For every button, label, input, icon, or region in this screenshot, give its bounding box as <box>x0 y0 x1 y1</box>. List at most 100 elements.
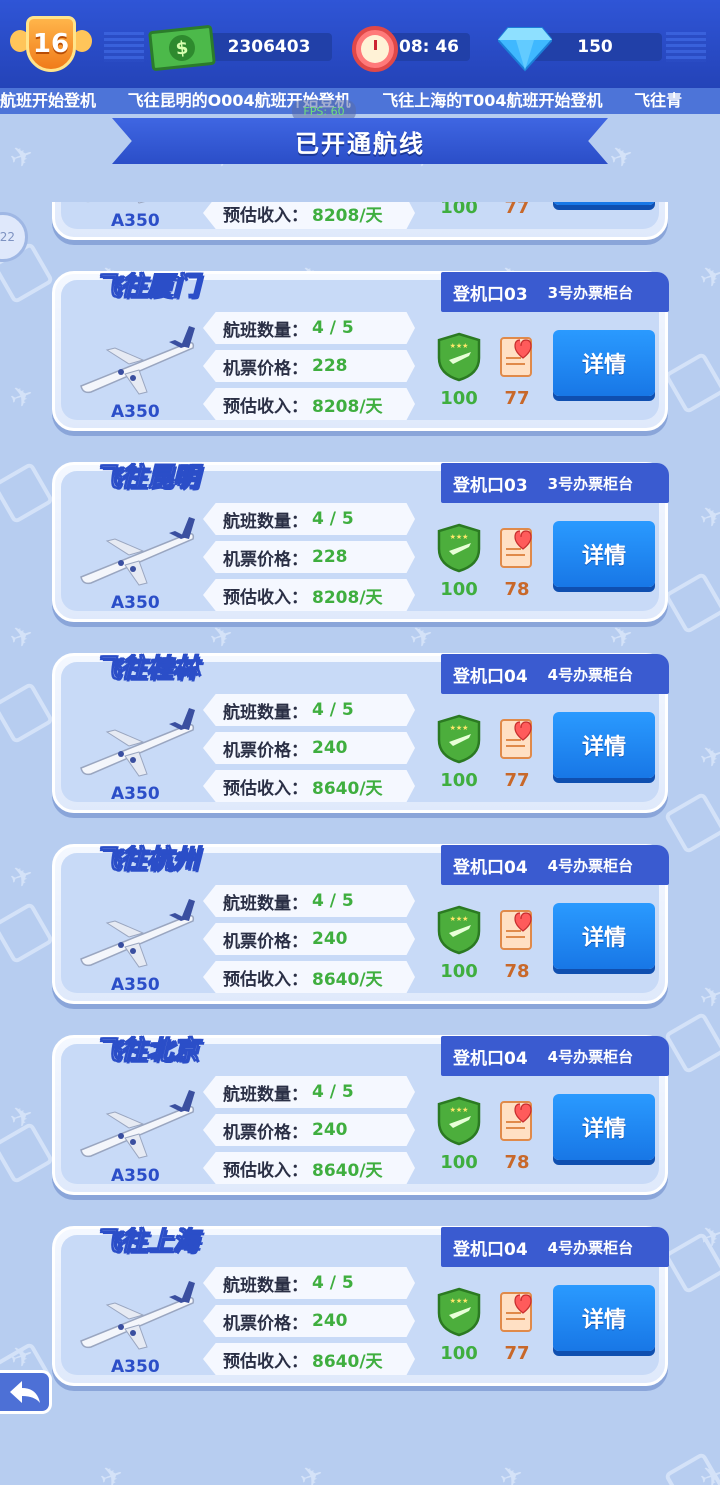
gate-tag: 登机口04 4号办票柜台 <box>441 654 669 694</box>
income-label: 预估收入： <box>223 778 308 799</box>
safety-shield-icon: ★★★ <box>437 523 481 573</box>
gate-tag: 登机口03 3号办票柜台 <box>441 272 669 312</box>
price-row: 机票价格： 228 <box>203 350 415 382</box>
flights-label: 航班数量： <box>223 893 308 914</box>
gate-tag: 登机口04 4号办票柜台 <box>441 1227 669 1267</box>
route-list[interactable]: A350航班数量：机票价格：228预估收入：8208/天★★★10077详情飞往… <box>0 202 720 1485</box>
satisfaction-value: 78 <box>504 1152 530 1173</box>
page-title: 已开通航线 <box>112 118 608 164</box>
back-button[interactable] <box>0 1370 52 1414</box>
ticker-message: 航班开始登机 <box>0 91 97 110</box>
satisfaction-heart-icon <box>497 525 537 569</box>
airplane-icon <box>77 702 197 782</box>
route-card[interactable]: 飞往杭州 登机口04 4号办票柜台 A350 航班数量： 4 / 5 机票价格： 240 预估收… <box>52 844 669 1004</box>
safety-value: 100 <box>440 770 478 791</box>
income-row: 预估收入： 8208/天 <box>203 202 415 229</box>
level-badge[interactable]: 16 <box>10 16 92 76</box>
satisfaction-heart-icon <box>497 1289 537 1333</box>
detail-button[interactable]: 详情 <box>553 1094 655 1160</box>
satisfaction-value: 77 <box>504 770 530 791</box>
airplane-icon <box>77 1275 197 1355</box>
detail-button[interactable]: 详情 <box>553 1285 655 1351</box>
cash-display: 2306403 <box>206 33 332 61</box>
news-ticker: 航班开始登机 飞往昆明的O004航班开始登机 飞往上海的T004航班开始登机 飞… <box>0 88 720 114</box>
route-card[interactable]: 飞往上海 登机口04 4号办票柜台 A350 航班数量： 4 / 5 机票价格： 240 预估收… <box>52 1226 669 1386</box>
income-value: 8640/天 <box>312 1351 383 1372</box>
top-bar: 16 2306403 $ 08: 46 150 <box>0 0 720 88</box>
price-label: 机票价格： <box>223 549 308 570</box>
flights-label: 航班数量： <box>223 1084 308 1105</box>
detail-button[interactable]: 详情 <box>553 712 655 778</box>
gate-label: 登机口04 <box>453 1048 528 1069</box>
back-arrow-icon <box>9 1381 40 1403</box>
satisfaction-value: 77 <box>504 388 530 409</box>
aircraft-model: A350 <box>111 1357 160 1377</box>
stripes-decor <box>104 32 144 62</box>
flights-label: 航班数量： <box>223 1275 308 1296</box>
income-value: 8640/天 <box>312 1160 383 1181</box>
level-value: 16 <box>26 16 76 72</box>
detail-button[interactable]: 详情 <box>553 330 655 396</box>
price-value: 240 <box>312 1120 348 1140</box>
airplane-icon <box>77 511 197 591</box>
income-value: 8640/天 <box>312 778 383 799</box>
counter-label: 4号办票柜台 <box>547 1047 634 1066</box>
bg-plane-icon: ✈ <box>605 136 639 177</box>
svg-text:★★★: ★★★ <box>450 1297 469 1305</box>
satisfaction-heart-icon <box>497 716 537 760</box>
price-value: 228 <box>312 547 348 567</box>
price-value: 228 <box>312 356 348 376</box>
flights-value: 4 / 5 <box>312 700 354 720</box>
satisfaction-value: 78 <box>504 579 530 600</box>
flights-row: 航班数量： 4 / 5 <box>203 312 415 344</box>
bg-plane-icon: ✈ <box>5 136 39 177</box>
price-label: 机票价格： <box>223 1122 308 1143</box>
gate-tag: 登机口03 3号办票柜台 <box>441 463 669 503</box>
destination-title: 飞往桂林 <box>94 654 200 685</box>
satisfaction-value: 77 <box>504 202 530 218</box>
route-card[interactable]: 飞往桂林 登机口04 4号办票柜台 A350 航班数量： 4 / 5 机票价格： 240 预估收… <box>52 653 669 813</box>
aircraft-model: A350 <box>111 1166 160 1186</box>
price-row: 机票价格： 240 <box>203 923 415 955</box>
counter-label: 4号办票柜台 <box>547 665 634 684</box>
svg-text:★★★: ★★★ <box>450 1106 469 1114</box>
destination-title: 飞往昆明 <box>94 463 200 494</box>
detail-button[interactable]: 详情 <box>553 903 655 969</box>
income-value: 8640/天 <box>312 969 383 990</box>
flights-value: 4 / 5 <box>312 1273 354 1293</box>
income-label: 预估收入： <box>223 969 308 990</box>
route-card[interactable]: 飞往北京 登机口04 4号办票柜台 A350 航班数量： 4 / 5 机票价格： 240 预估收… <box>52 1035 669 1195</box>
safety-value: 100 <box>440 202 478 218</box>
route-card[interactable]: 飞往厦门 登机口03 3号办票柜台 A350 航班数量： 4 / 5 机票价格： 228 预估收… <box>52 271 669 431</box>
detail-button[interactable]: 详情 <box>553 521 655 587</box>
cash-icon: $ <box>148 24 216 72</box>
flights-value: 4 / 5 <box>312 891 354 911</box>
price-value: 240 <box>312 929 348 949</box>
safety-shield-icon: ★★★ <box>437 1287 481 1337</box>
gate-label: 登机口03 <box>453 284 528 305</box>
route-card[interactable]: A350航班数量：机票价格：228预估收入：8208/天★★★10077详情 <box>52 202 668 240</box>
ticker-message: 飞往上海的T004航班开始登机 <box>382 91 603 110</box>
airplane-icon <box>77 893 197 973</box>
satisfaction-value: 77 <box>504 1343 530 1364</box>
safety-value: 100 <box>440 961 478 982</box>
satisfaction-value: 78 <box>504 961 530 982</box>
flights-value: 4 / 5 <box>312 318 354 338</box>
gate-label: 登机口04 <box>453 857 528 878</box>
gate-label: 登机口04 <box>453 666 528 687</box>
route-card[interactable]: 飞往昆明 登机口03 3号办票柜台 A350 航班数量： 4 / 5 机票价格： 228 预估收… <box>52 462 669 622</box>
safety-shield-icon: ★★★ <box>437 905 481 955</box>
detail-button[interactable]: 详情 <box>553 202 655 205</box>
price-label: 机票价格： <box>223 740 308 761</box>
svg-text:★★★: ★★★ <box>450 342 469 350</box>
income-value: 8208/天 <box>312 396 383 417</box>
income-value: 8208/天 <box>312 587 383 608</box>
price-row: 机票价格： 228 <box>203 541 415 573</box>
flights-row: 航班数量： 4 / 5 <box>203 503 415 535</box>
income-row: 预估收入： 8640/天 <box>203 1152 415 1184</box>
aircraft-model: A350 <box>111 593 160 613</box>
safety-value: 100 <box>440 579 478 600</box>
flights-label: 航班数量： <box>223 702 308 723</box>
price-label: 机票价格： <box>223 931 308 952</box>
diamond-icon <box>498 27 552 72</box>
